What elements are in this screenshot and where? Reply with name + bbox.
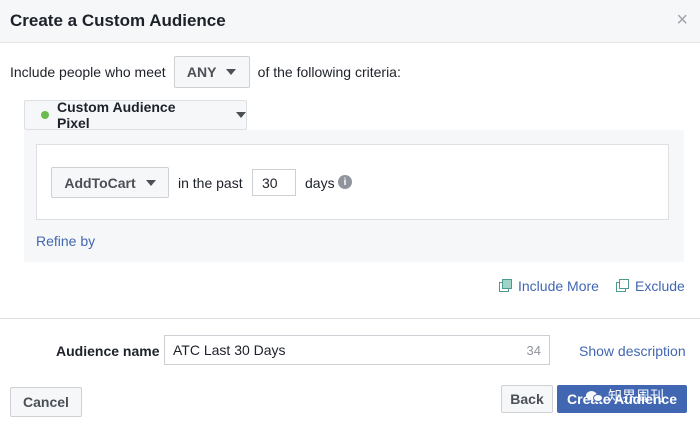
include-more-label: Include More <box>518 278 599 294</box>
criteria-prefix: Include people who meet <box>10 64 166 80</box>
wechat-icon <box>586 389 604 403</box>
days-input[interactable]: 30 <box>252 169 296 196</box>
show-description-link[interactable]: Show description <box>579 343 686 359</box>
chevron-down-icon <box>145 179 156 186</box>
exclude-label: Exclude <box>635 278 685 294</box>
event-label: AddToCart <box>64 174 136 191</box>
event-dropdown[interactable]: AddToCart <box>51 167 169 198</box>
exclude-icon <box>616 279 630 293</box>
watermark-text: 知界周刊 <box>608 388 664 404</box>
refine-by-link[interactable]: Refine by <box>36 233 95 249</box>
status-dot-icon <box>41 111 49 119</box>
match-any-label: ANY <box>186 64 217 80</box>
audience-name-label: Audience name <box>56 343 160 359</box>
criteria-row: Include people who meet ANY of the follo… <box>10 56 401 88</box>
watermark: 知界周刊 <box>586 386 664 406</box>
char-count: 34 <box>526 343 541 358</box>
audience-name-value: ATC Last 30 Days <box>173 342 286 358</box>
chevron-down-icon <box>226 69 237 75</box>
dialog-header: Create a Custom Audience × <box>0 0 700 43</box>
exclude-link[interactable]: Exclude <box>616 278 685 294</box>
close-icon[interactable]: × <box>676 9 688 31</box>
source-label: Custom Audience Pixel <box>57 99 176 131</box>
source-dropdown[interactable]: Custom Audience Pixel <box>24 99 247 131</box>
in-the-past-label: in the past <box>178 175 243 191</box>
days-label: days <box>305 175 335 191</box>
include-more-link[interactable]: Include More <box>499 278 599 294</box>
audience-name-input[interactable]: ATC Last 30 Days 34 <box>164 335 550 365</box>
back-button[interactable]: Back <box>501 385 553 413</box>
match-any-dropdown[interactable]: ANY <box>173 56 250 88</box>
dialog-title: Create a Custom Audience <box>10 11 226 30</box>
rule-box: AddToCart in the past 30 days i <box>36 144 669 220</box>
include-more-icon <box>499 279 513 293</box>
criteria-suffix: of the following criteria: <box>257 64 401 80</box>
cancel-button[interactable]: Cancel <box>10 387 82 417</box>
info-icon[interactable]: i <box>338 175 352 189</box>
chevron-down-icon <box>236 112 246 118</box>
